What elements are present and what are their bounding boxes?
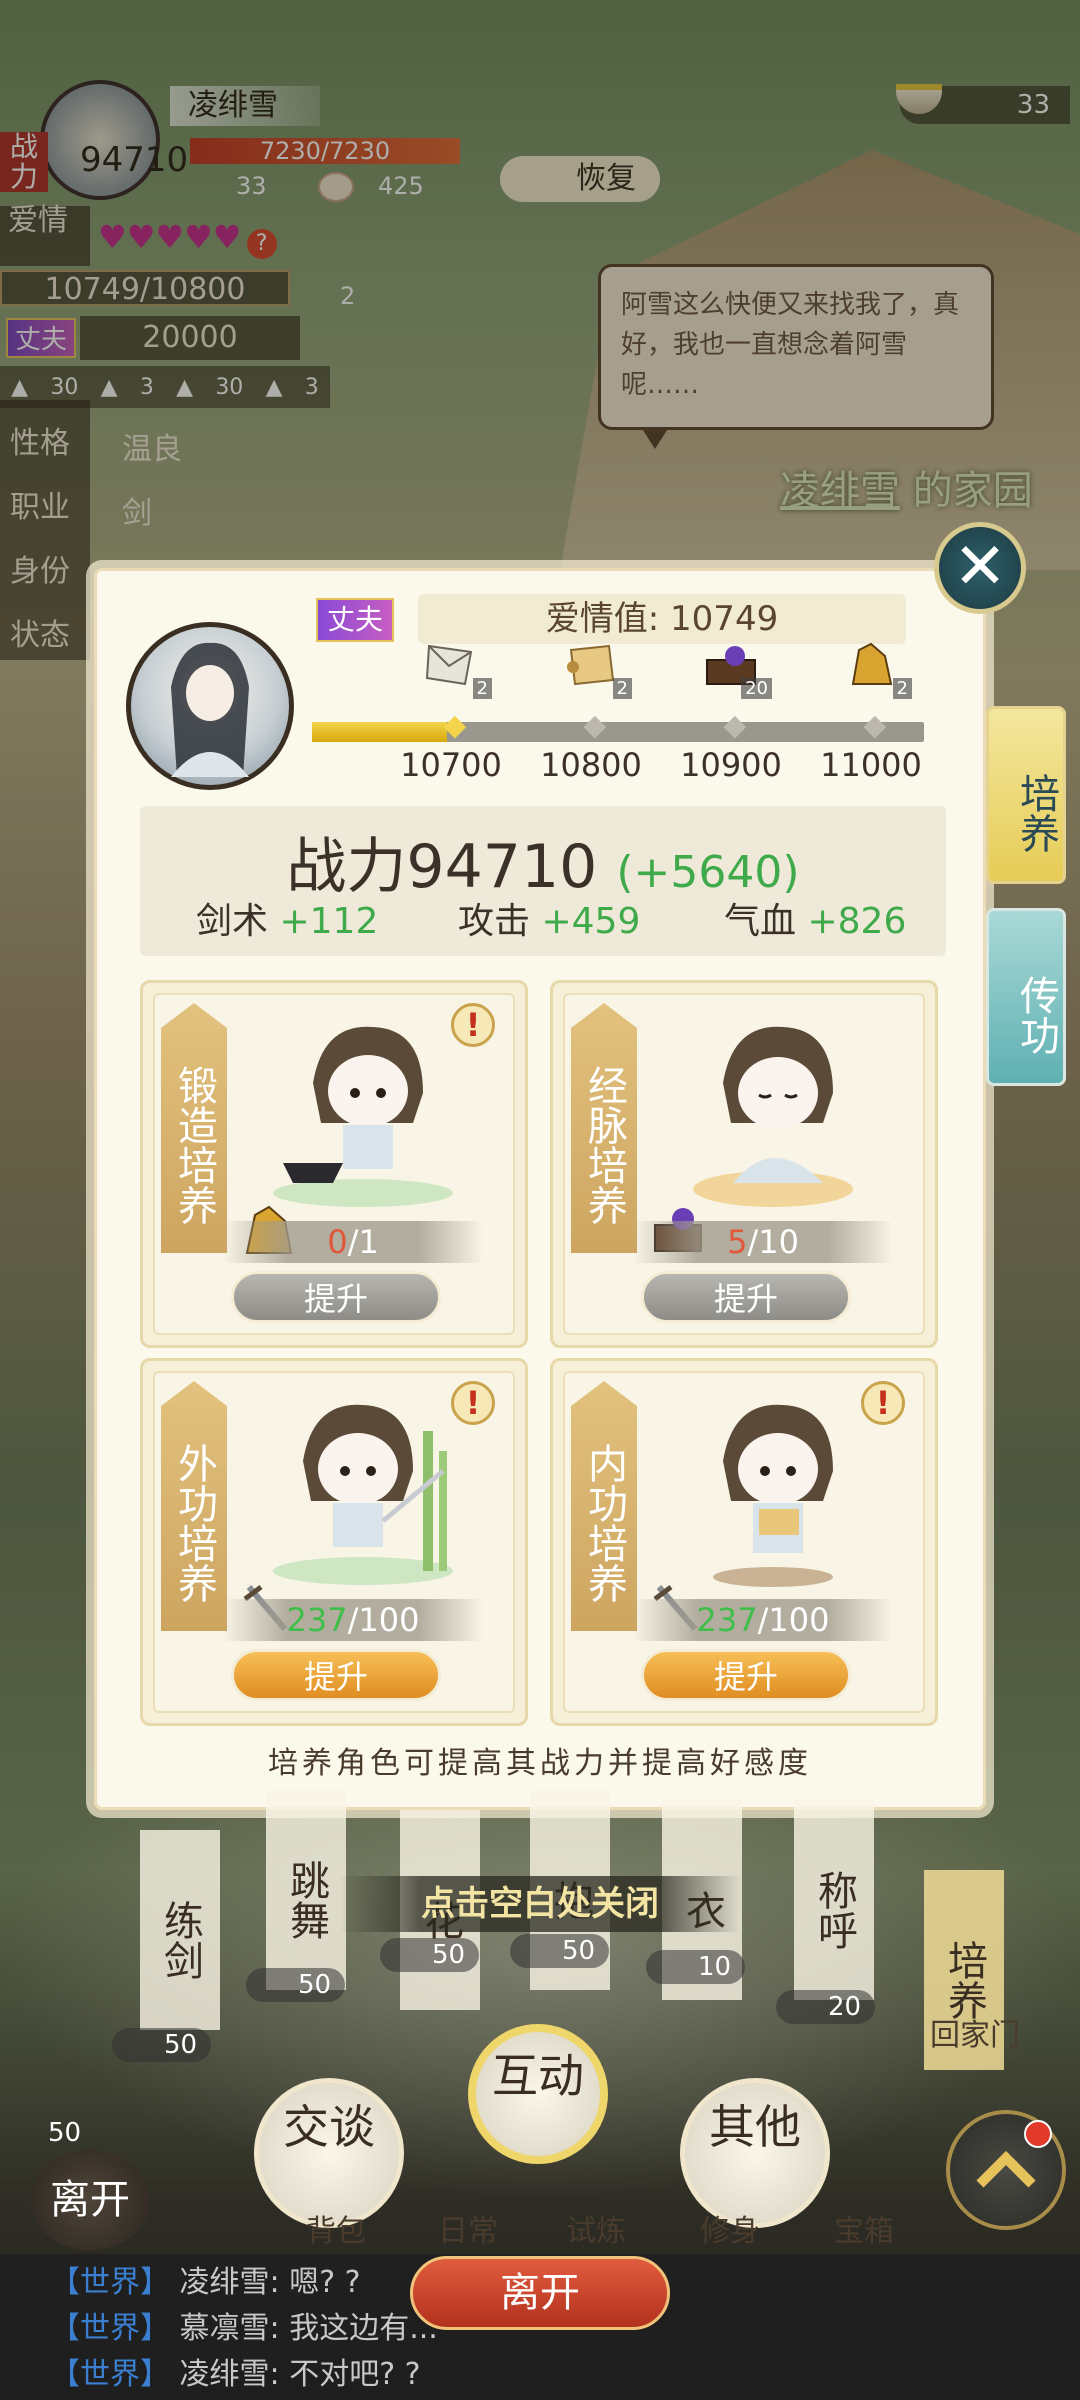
milestone[interactable]: 20 xyxy=(676,640,786,699)
chat-line: 【世界】 凌绯雪: 不对吧? ? xyxy=(50,2352,1080,2398)
milestone-value-wrap: 11000 xyxy=(816,700,926,784)
nav-daily[interactable]: 日常 xyxy=(438,2206,498,2250)
notification-dot xyxy=(1024,2120,1052,2148)
attr-value: +112 xyxy=(279,901,379,942)
option-practice-sword[interactable]: 练剑 xyxy=(140,1830,220,2030)
cost-value: 50 xyxy=(298,1970,332,2000)
attr-label: 剑术 xyxy=(196,901,269,942)
cost-need: /1 xyxy=(347,1223,379,1261)
milestone-value: 10800 xyxy=(540,746,642,784)
milestone-value: 10700 xyxy=(400,746,502,784)
card-external[interactable]: 外功培养 ! 237/100 提升 xyxy=(140,1358,528,1726)
cost-value: 50 xyxy=(432,1940,466,1970)
card-label: 内功培养 xyxy=(571,1381,637,1631)
attr-value: +826 xyxy=(807,901,907,942)
milestone-count: 2 xyxy=(892,678,912,699)
panel-hint: 培养角色可提高其战力并提高好感度 xyxy=(268,1746,812,1781)
cost-have: 237 xyxy=(696,1601,758,1639)
card-label: 经脉培养 xyxy=(571,1003,637,1253)
leave-side-button[interactable]: 离开 xyxy=(30,2150,150,2250)
tab-cultivate[interactable]: 培养 xyxy=(986,706,1066,884)
attr-label: 气血 xyxy=(724,901,797,942)
chibi-sword-icon xyxy=(273,1404,453,1585)
milestone-count: 20 xyxy=(741,678,772,699)
spouse-badge: 丈夫 xyxy=(316,598,394,642)
cost-need: /100 xyxy=(757,1601,830,1639)
cost-display: 237/100 xyxy=(633,1599,893,1641)
card-label: 锻造培养 xyxy=(161,1003,227,1253)
milestone[interactable]: 2 xyxy=(816,640,926,699)
close-hint: 点击空白处关闭 xyxy=(340,1876,740,1932)
milestone-count: 2 xyxy=(612,678,632,699)
chibi-reading-icon xyxy=(713,1404,833,1587)
close-icon[interactable]: ✕ xyxy=(934,522,1026,614)
cost-need: /100 xyxy=(347,1601,420,1639)
milestone-value-wrap: 10800 xyxy=(536,700,646,784)
nav-treasure[interactable]: 宝箱 xyxy=(834,2206,894,2250)
character-portrait xyxy=(126,622,294,790)
character-face-icon xyxy=(171,642,249,777)
milestone[interactable]: 2 xyxy=(536,640,646,699)
home-door-label[interactable]: 回家门 xyxy=(930,2010,1020,2054)
attr-label: 攻击 xyxy=(458,901,531,942)
leave-button[interactable]: 离开 xyxy=(410,2256,670,2330)
card-internal[interactable]: 内功培养 ! 237/100 提升 xyxy=(550,1358,938,1726)
milestone-value: 10900 xyxy=(680,746,782,784)
chat-channel: 【世界】 xyxy=(50,2311,170,2346)
milestone-value: 11000 xyxy=(820,746,922,784)
chat-text: 凌绯雪: 不对吧? ? xyxy=(179,2357,421,2392)
power-box: 战力94710 (+5640) 剑术 +112 攻击 +459 气血 +826 xyxy=(140,806,946,956)
cost-display: 5/10 xyxy=(633,1221,893,1263)
tab-transfer[interactable]: 传功 xyxy=(986,908,1066,1086)
cost-display: 237/100 xyxy=(223,1599,483,1641)
power-delta: (+5640) xyxy=(616,847,800,898)
chat-channel: 【世界】 xyxy=(50,2357,170,2392)
option-dance[interactable]: 跳舞 xyxy=(266,1790,346,1990)
cost-value: 10 xyxy=(698,1952,732,1982)
love-value: 爱情值: 10749 xyxy=(418,594,906,644)
attr-attack: 攻击 +459 xyxy=(458,892,640,944)
chat-text: 慕凛雪: 我这边有... xyxy=(179,2311,438,2346)
milestone-count: 2 xyxy=(472,678,492,699)
cost-pill: 50 xyxy=(380,1938,480,1972)
attr-hp: 气血 +826 xyxy=(724,892,906,944)
cost-pill: 20 xyxy=(776,1990,876,2024)
nav-cultivation[interactable]: 修身 xyxy=(700,2206,760,2250)
milestone-value-wrap: 10900 xyxy=(676,700,786,784)
cost-need: /10 xyxy=(747,1223,799,1261)
card-meridian[interactable]: 经脉培养 5/10 提升 xyxy=(550,980,938,1348)
option-title[interactable]: 称呼 xyxy=(794,1800,874,2000)
cost-value: 20 xyxy=(828,1992,862,2022)
card-label: 外功培养 xyxy=(161,1381,227,1631)
cost-have: 5 xyxy=(727,1223,748,1261)
milestone-value-wrap: 10700 xyxy=(396,700,506,784)
upgrade-button[interactable]: 提升 xyxy=(231,1271,441,1323)
cost-pill: 50 xyxy=(510,1934,610,1968)
cost-pill: 10 xyxy=(646,1950,746,1984)
milestone[interactable]: 2 xyxy=(396,640,506,699)
attr-sword: 剑术 +112 xyxy=(196,892,378,944)
cost-value: 50 xyxy=(164,2030,198,2060)
nav-trial[interactable]: 试炼 xyxy=(566,2206,626,2250)
cost-have: 0 xyxy=(327,1223,348,1261)
upgrade-button[interactable]: 提升 xyxy=(641,1271,851,1323)
cost-have: 237 xyxy=(286,1601,348,1639)
chibi-meditate-icon xyxy=(693,1026,853,1207)
cost-pill: 50 xyxy=(246,1968,346,2002)
nav-bag[interactable]: 背包 xyxy=(306,2206,366,2250)
interact-button[interactable]: 互动 xyxy=(468,2024,608,2164)
upgrade-button[interactable]: 提升 xyxy=(641,1649,851,1701)
chibi-forging-icon xyxy=(273,1026,453,1207)
chat-text: 凌绯雪: 嗯? ? xyxy=(179,2265,361,2300)
upgrade-button[interactable]: 提升 xyxy=(231,1649,441,1701)
card-forging[interactable]: 锻造培养 ! 0/1 提升 xyxy=(140,980,528,1348)
left-bottom-value: 50 xyxy=(48,2118,82,2148)
cost-pill: 50 xyxy=(112,2028,212,2062)
attr-value: +459 xyxy=(541,901,641,942)
cost-display: 0/1 xyxy=(223,1221,483,1263)
chat-channel: 【世界】 xyxy=(50,2265,170,2300)
cost-value: 50 xyxy=(562,1936,596,1966)
